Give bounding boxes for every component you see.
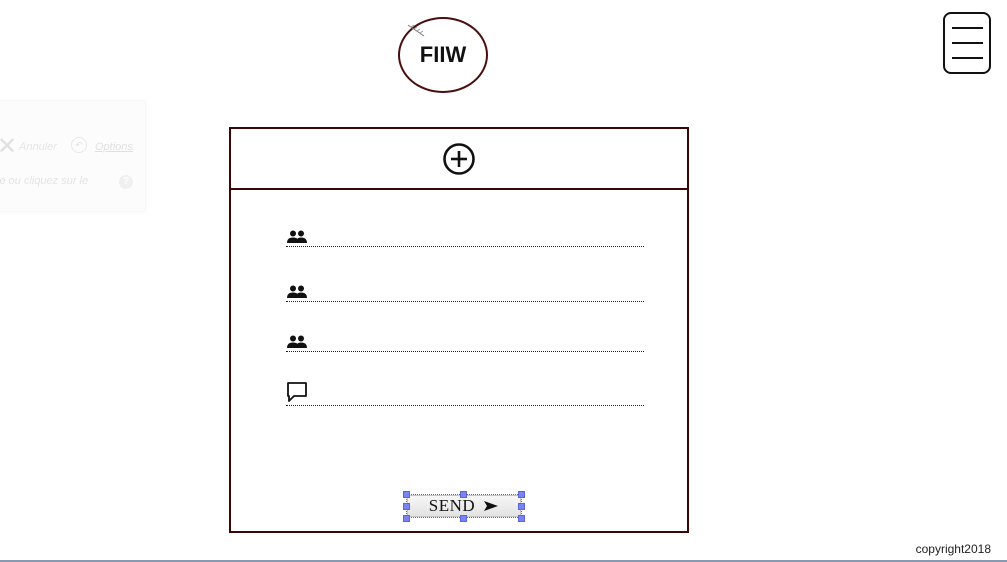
menu-line	[952, 27, 983, 29]
people-icon	[287, 335, 307, 348]
hint-text: le ou cliquez sur le	[0, 175, 89, 187]
recipient-field-1	[286, 219, 644, 247]
menu-line	[952, 42, 983, 44]
help-icon[interactable]: ?	[119, 175, 133, 189]
resize-handle-tr[interactable]	[518, 491, 525, 498]
resize-handle-bm[interactable]	[460, 515, 467, 522]
resize-handle-mr[interactable]	[518, 503, 525, 510]
send-arrow-icon	[484, 501, 499, 511]
recipient-input-2[interactable]	[312, 279, 644, 299]
faded-notification-panel: ✕ Annuler ↶ Options le ou cliquez sur le…	[0, 100, 146, 212]
logo-text: FIIW	[419, 42, 467, 67]
copyright-text: copyright2018	[915, 542, 991, 556]
recipient-input-3[interactable]	[312, 329, 644, 349]
send-button-selection: SEND	[403, 491, 525, 522]
resize-handle-tm[interactable]	[460, 491, 467, 498]
recipient-field-2	[286, 274, 644, 302]
message-form: SEND	[229, 127, 689, 533]
message-input[interactable]	[312, 383, 644, 403]
send-label: SEND	[428, 496, 476, 515]
resize-handle-bl[interactable]	[403, 515, 410, 522]
logo[interactable]: FIIW	[398, 17, 488, 93]
feather-icon	[407, 24, 425, 37]
people-icon	[287, 285, 307, 298]
recipient-input-1[interactable]	[312, 224, 644, 244]
send-button[interactable]: SEND	[407, 495, 521, 517]
resize-handle-tl[interactable]	[403, 491, 410, 498]
plus-circle-icon[interactable]	[442, 142, 476, 176]
hamburger-menu-button[interactable]	[943, 12, 991, 74]
close-icon[interactable]: ✕	[0, 134, 17, 158]
people-icon	[287, 230, 307, 243]
menu-line	[952, 57, 983, 59]
undo-label[interactable]: Annuler	[19, 141, 57, 153]
recipient-field-3	[286, 324, 644, 352]
undo-icon[interactable]: ↶	[71, 137, 87, 153]
resize-handle-br[interactable]	[518, 515, 525, 522]
options-link[interactable]: Options	[95, 141, 133, 153]
resize-handle-ml[interactable]	[403, 503, 410, 510]
comment-icon	[287, 382, 307, 402]
message-field	[286, 378, 644, 406]
form-header	[231, 129, 687, 190]
